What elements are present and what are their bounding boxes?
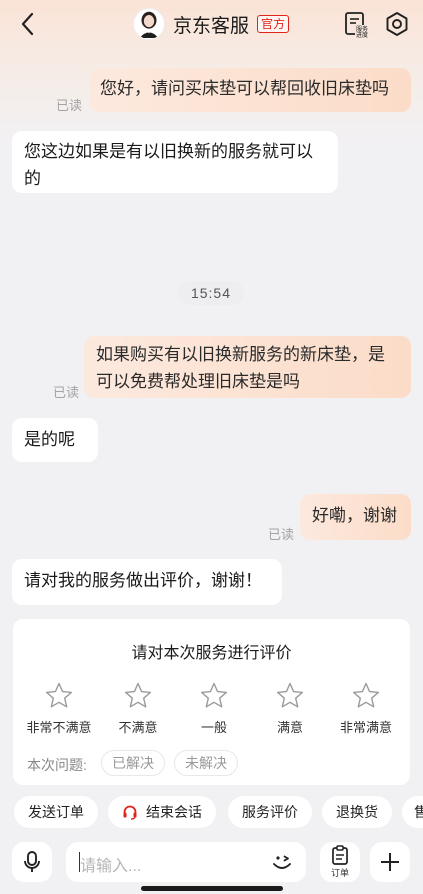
question-status-label: 本次问题: xyxy=(27,757,87,773)
rating-option-label: 满意 xyxy=(276,720,303,735)
quick-action-label: 结束会话 xyxy=(146,804,202,820)
message-text: 请对我的服务做出评价，谢谢！ xyxy=(24,571,262,590)
star-icon xyxy=(45,682,73,708)
emoji-icon xyxy=(273,855,291,869)
service-progress-button[interactable]: 服务 进度 xyxy=(344,11,370,39)
plus-icon xyxy=(381,853,399,871)
star-icon xyxy=(352,682,380,708)
read-status: 已读 xyxy=(53,385,80,400)
read-status: 已读 xyxy=(268,527,295,542)
order-label: 订单 xyxy=(330,868,349,878)
rating-option-satisfied[interactable]: 满意 xyxy=(253,681,327,736)
message-text-line-1: 如果购买有以旧换新服务的新床垫，是 xyxy=(96,345,385,364)
after-sales-button[interactable]: 售 xyxy=(402,796,423,828)
message-bubble-sent[interactable]: 如果购买有以旧换新服务的新床垫，是 可以免费帮处理旧床垫是吗 xyxy=(84,336,411,398)
top-bar: 京东客服 官方 服务 进度 xyxy=(0,0,423,48)
chat-title: 京东客服 xyxy=(173,15,250,37)
service-evaluation-button[interactable]: 服务评价 xyxy=(228,796,312,828)
message-text: 好嘞，谢谢 xyxy=(312,506,397,525)
quick-action-label: 售 xyxy=(414,804,423,820)
return-exchange-button[interactable]: 退换货 xyxy=(322,796,392,828)
back-button[interactable] xyxy=(14,10,40,38)
unresolved-chip[interactable]: 未解决 xyxy=(174,750,238,776)
message-input-placeholder: 请输入... xyxy=(80,858,142,875)
star-icon xyxy=(276,682,304,708)
chat-title-group[interactable]: 京东客服 官方 xyxy=(133,7,290,41)
order-icon xyxy=(332,845,348,865)
official-badge: 官方 xyxy=(257,15,290,33)
message-bubble-sent[interactable]: 好嘞，谢谢 xyxy=(300,494,411,540)
message-input[interactable]: 请输入... xyxy=(66,842,306,882)
read-status: 已读 xyxy=(56,98,83,113)
rating-card: 请对本次服务进行评价 非常不满意 不满意 一般 满意 非常满意 本次问题: 已解… xyxy=(13,619,410,785)
rating-option-label: 非常不满意 xyxy=(26,720,92,735)
rating-option-very-satisfied[interactable]: 非常满意 xyxy=(329,681,403,736)
chevron-left-icon xyxy=(21,12,34,36)
rating-option-label: 一般 xyxy=(200,720,227,735)
rating-option-neutral[interactable]: 一般 xyxy=(177,681,251,736)
progress-label-bottom: 进度 xyxy=(356,31,368,39)
rating-option-label: 不满意 xyxy=(118,720,158,735)
settings-button[interactable] xyxy=(384,11,410,37)
agent-avatar xyxy=(133,8,165,40)
quick-action-label: 服务评价 xyxy=(242,804,298,820)
order-button[interactable]: 订单 xyxy=(320,842,360,882)
headset-icon xyxy=(123,805,137,820)
star-icon xyxy=(200,682,228,708)
star-icon xyxy=(124,682,152,708)
home-indicator[interactable] xyxy=(141,886,283,891)
quick-action-bar: 发送订单 结束会话 服务评价 退换货 售 xyxy=(0,796,423,828)
resolved-chip[interactable]: 已解决 xyxy=(101,750,165,776)
message-text: 您好，请问买床垫可以帮回收旧床垫吗 xyxy=(100,79,389,98)
rating-option-unsatisfied[interactable]: 不满意 xyxy=(101,681,175,736)
emoji-button[interactable] xyxy=(270,850,294,874)
message-bubble-sent[interactable]: 您好，请问买床垫可以帮回收旧床垫吗 xyxy=(90,68,411,112)
microphone-icon xyxy=(24,851,40,872)
quick-action-label: 退换货 xyxy=(336,804,378,820)
rating-option-very-unsatisfied[interactable]: 非常不满意 xyxy=(22,681,96,736)
gear-icon xyxy=(386,12,408,36)
message-bubble-received[interactable]: 是的呢 xyxy=(12,418,98,462)
voice-input-button[interactable] xyxy=(12,842,52,882)
message-text-line-2: 的 xyxy=(24,169,41,188)
message-text-line-2: 可以免费帮处理旧床垫是吗 xyxy=(96,372,300,391)
message-bubble-received[interactable]: 您这边如果是有以旧换新的服务就可以 的 xyxy=(12,131,338,193)
send-order-button[interactable]: 发送订单 xyxy=(14,796,98,828)
rating-title: 请对本次服务进行评价 xyxy=(131,645,292,662)
input-bar: 请输入... 订单 xyxy=(0,840,423,884)
message-bubble-received[interactable]: 请对我的服务做出评价，谢谢！ xyxy=(12,559,282,605)
quick-action-label: 发送订单 xyxy=(28,804,84,820)
chat-timestamp: 15:54 xyxy=(178,281,244,305)
message-text-line-1: 您这边如果是有以旧换新的服务就可以 xyxy=(24,142,313,161)
rating-option-label: 非常满意 xyxy=(339,720,392,735)
service-progress-icon: 服务 进度 xyxy=(345,12,369,39)
message-text: 是的呢 xyxy=(24,430,75,449)
more-options-button[interactable] xyxy=(370,842,410,882)
end-session-button[interactable]: 结束会话 xyxy=(108,796,216,828)
